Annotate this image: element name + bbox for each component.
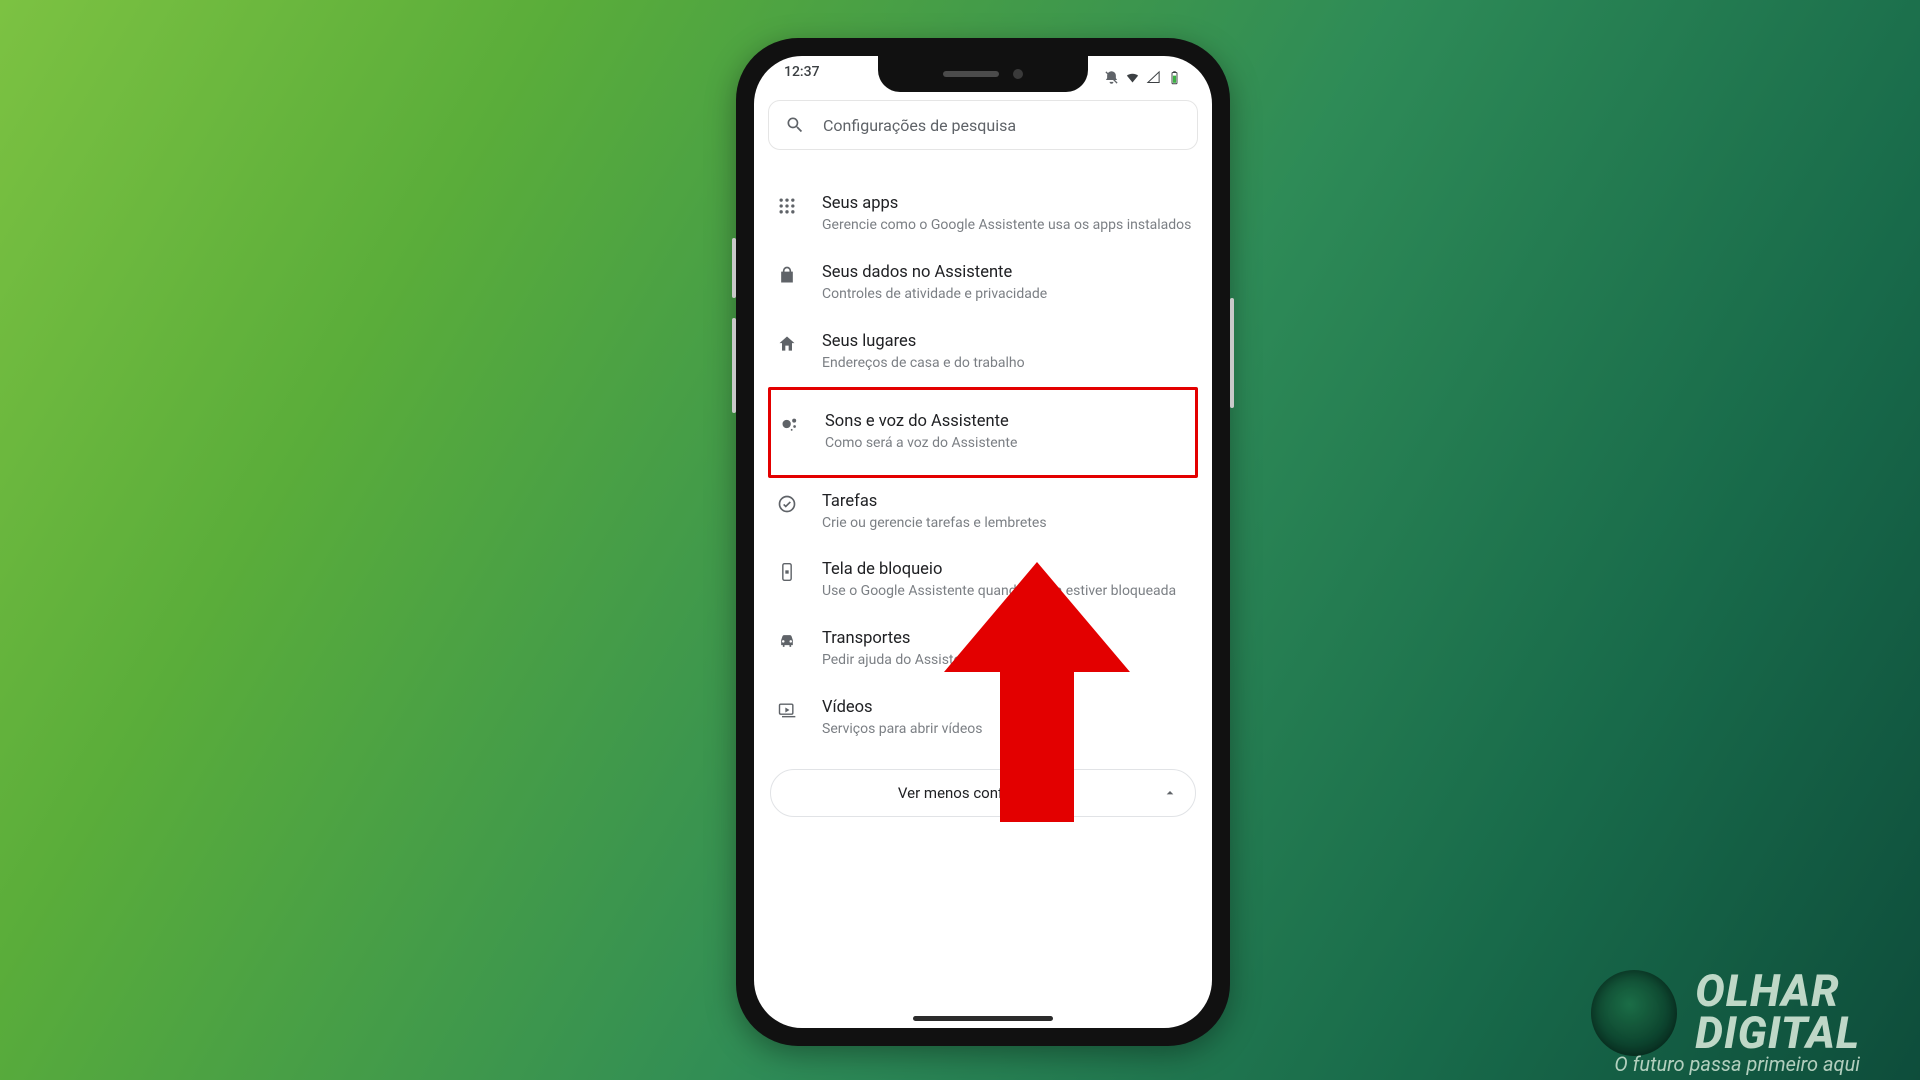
chevron-up-icon	[1162, 785, 1178, 801]
item-subtitle: Como será a voz do Assistente	[825, 434, 1189, 453]
battery-icon	[1167, 70, 1182, 85]
status-bar: 12:37	[754, 64, 1212, 90]
item-subtitle: Gerencie como o Google Assistente usa os…	[822, 216, 1192, 235]
wifi-icon	[1125, 70, 1140, 85]
list-item-transport[interactable]: Transportes Pedir ajuda do Assistente co…	[768, 615, 1198, 684]
list-item-tasks[interactable]: Tarefas Crie ou gerencie tarefas e lembr…	[768, 478, 1198, 547]
brand-sphere-icon	[1591, 970, 1677, 1056]
list-item-places[interactable]: Seus lugares Endereços de casa e do trab…	[768, 318, 1198, 387]
search-icon	[785, 115, 805, 135]
item-subtitle: Use o Google Assistente quando a tela es…	[822, 582, 1192, 601]
list-item-videos[interactable]: Vídeos Serviços para abrir vídeos	[768, 684, 1198, 753]
video-icon	[777, 700, 797, 720]
item-title: Vídeos	[822, 698, 1192, 717]
list-item-voice[interactable]: Sons e voz do Assistente Como será a voz…	[768, 387, 1198, 478]
item-title: Sons e voz do Assistente	[825, 412, 1189, 431]
brand-tagline: O futuro passa primeiro aqui	[1614, 1052, 1860, 1076]
item-title: Transportes	[822, 629, 1192, 648]
search-placeholder: Configurações de pesquisa	[823, 116, 1016, 135]
apps-icon	[777, 196, 797, 216]
signal-icon	[1146, 70, 1161, 85]
phone-side-button	[732, 318, 736, 413]
list-item-data[interactable]: Seus dados no Assistente Controles de at…	[768, 249, 1198, 318]
item-title: Seus dados no Assistente	[822, 263, 1192, 282]
phone-side-button	[1230, 298, 1234, 408]
item-subtitle: Pedir ajuda do Assistente com trajetos	[822, 651, 1192, 670]
item-subtitle: Crie ou gerencie tarefas e lembretes	[822, 514, 1192, 533]
stage: 12:37 Configurações de pesquisa	[0, 0, 1920, 1080]
lock-icon	[777, 265, 797, 285]
assistant-icon	[780, 414, 800, 434]
status-time: 12:37	[784, 64, 820, 90]
item-subtitle: Endereços de casa e do trabalho	[822, 354, 1192, 373]
list-item-apps[interactable]: Seus apps Gerencie como o Google Assiste…	[768, 180, 1198, 249]
search-bar[interactable]: Configurações de pesquisa	[768, 100, 1198, 150]
brand-line2: DIGITAL	[1695, 1013, 1860, 1055]
brand-logo: OLHAR DIGITAL	[1591, 970, 1860, 1056]
item-title: Tela de bloqueio	[822, 560, 1192, 579]
toggle-settings-label: Ver menos configurações	[898, 784, 1068, 802]
status-icons	[1104, 64, 1182, 90]
item-title: Tarefas	[822, 492, 1192, 511]
dnd-icon	[1104, 70, 1119, 85]
toggle-settings-button[interactable]: Ver menos configurações	[770, 769, 1196, 817]
item-subtitle: Controles de atividade e privacidade	[822, 285, 1192, 304]
check-circle-icon	[777, 494, 797, 514]
item-subtitle: Serviços para abrir vídeos	[822, 720, 1192, 739]
phone-side-button	[732, 238, 736, 298]
item-title: Seus apps	[822, 194, 1192, 213]
settings-list: Seus apps Gerencie como o Google Assiste…	[768, 180, 1198, 753]
item-title: Seus lugares	[822, 332, 1192, 351]
home-indicator	[913, 1016, 1053, 1021]
home-icon	[777, 334, 797, 354]
screen-content: Configurações de pesquisa Seus apps Gere…	[754, 100, 1212, 1028]
car-icon	[777, 631, 797, 651]
phone-lock-icon	[777, 562, 797, 582]
list-item-lockscreen[interactable]: Tela de bloqueio Use o Google Assistente…	[768, 546, 1198, 615]
phone-frame: 12:37 Configurações de pesquisa	[736, 38, 1230, 1046]
phone-screen: 12:37 Configurações de pesquisa	[754, 56, 1212, 1028]
